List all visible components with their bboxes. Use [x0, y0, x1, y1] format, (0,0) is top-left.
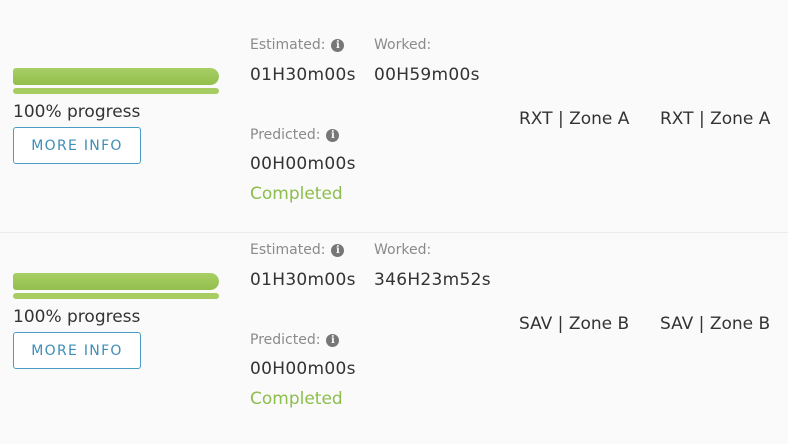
progress-section: 100% progress MORE INFO — [13, 273, 223, 369]
predicted-label: Predicted: — [250, 127, 321, 143]
predicted-label-group: Predicted: i — [250, 332, 340, 348]
status-text: Completed — [250, 184, 343, 204]
worked-label: Worked: — [374, 37, 432, 53]
info-icon[interactable]: i — [326, 334, 340, 347]
predicted-value: 00H00m00s — [250, 359, 356, 379]
info-icon[interactable]: i — [331, 39, 345, 52]
estimated-value: 01H30m00s — [250, 65, 356, 85]
progress-bar — [13, 273, 219, 290]
progress-label: 100% progress — [13, 307, 141, 327]
info-icon[interactable]: i — [326, 129, 340, 142]
progress-bar-fill — [13, 68, 219, 85]
more-info-button[interactable]: MORE INFO — [13, 127, 141, 164]
estimated-label-group: Estimated: i — [250, 242, 345, 258]
estimated-value: 01H30m00s — [250, 270, 356, 290]
info-icon[interactable]: i — [331, 244, 345, 257]
progress-label: 100% progress — [13, 102, 141, 122]
predicted-label: Predicted: — [250, 332, 321, 348]
progress-section: 100% progress MORE INFO — [13, 68, 223, 164]
progress-underline — [13, 88, 219, 94]
task-list: 100% progress MORE INFO Estimated: i Work… — [0, 0, 788, 444]
status-text: Completed — [250, 389, 343, 409]
progress-bar — [13, 68, 219, 85]
location-destination: RXT | Zone A — [660, 109, 771, 129]
predicted-label-group: Predicted: i — [250, 127, 340, 143]
location-destination: SAV | Zone B — [660, 314, 771, 334]
worked-value: 00H59m00s — [374, 65, 480, 85]
more-info-button[interactable]: MORE INFO — [13, 332, 141, 369]
progress-underline — [13, 293, 219, 299]
location-origin: SAV | Zone B — [519, 314, 630, 334]
estimated-label: Estimated: — [250, 37, 326, 53]
progress-bar-fill — [13, 273, 219, 290]
predicted-value: 00H00m00s — [250, 154, 356, 174]
estimated-label-group: Estimated: i — [250, 37, 345, 53]
location-origin: RXT | Zone A — [519, 109, 630, 129]
task-row: 100% progress MORE INFO Estimated: i Work… — [0, 235, 788, 440]
task-row: 100% progress MORE INFO Estimated: i Work… — [0, 30, 788, 235]
estimated-label: Estimated: — [250, 242, 326, 258]
worked-value: 346H23m52s — [374, 270, 491, 290]
worked-label: Worked: — [374, 242, 432, 258]
